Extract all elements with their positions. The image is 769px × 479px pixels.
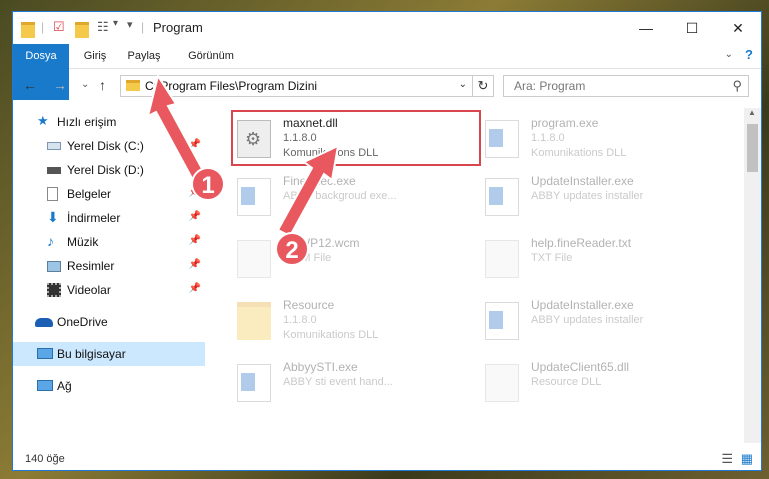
pin-icon[interactable]: 📌 xyxy=(189,235,201,246)
file-item[interactable]: UpdateInstaller.exe ABBY updates install… xyxy=(479,292,729,348)
scrollbar-thumb[interactable] xyxy=(747,124,758,172)
navigation-pane: ★ Hızlı erişim Yerel Disk (C:) 📌 Yerel D… xyxy=(13,108,205,443)
file-item[interactable]: FineExec.exe ABBY backgroud exe... xyxy=(231,168,481,224)
star-icon: ★ xyxy=(37,113,49,128)
file-icon xyxy=(237,240,271,278)
explorer-window: | ☑ ☷ ▾ ▾ | Program — ☐ ✕ Dosya Giriş Pa… xyxy=(12,11,762,471)
file-list: ⚙ maxnet.dll 1.1.8.0 Komunikations DLL p… xyxy=(221,108,741,443)
large-icons-view-icon[interactable]: ▦ xyxy=(741,451,753,467)
separator-icon: | xyxy=(41,20,45,34)
file-item[interactable]: FRWP12.wcm WCM File xyxy=(231,230,481,286)
properties-check-icon[interactable]: ☑ xyxy=(53,19,65,35)
file-item[interactable]: UpdateInstaller.exe ABBY updates install… xyxy=(479,168,729,224)
sidebar-item-onedrive[interactable]: OneDrive xyxy=(13,310,205,334)
status-bar: 140 öğe ☰ ▦ xyxy=(13,448,761,470)
up-arrow-icon[interactable]: ↑ xyxy=(99,77,106,93)
sidebar-item-pictures[interactable]: Resimler 📌 xyxy=(13,254,205,278)
folder-icon xyxy=(21,22,35,38)
sidebar-item-videos[interactable]: Videolar 📌 xyxy=(13,278,205,302)
step-badge-1: 1 xyxy=(191,167,225,201)
computer-icon xyxy=(37,348,53,359)
cloud-icon xyxy=(35,318,53,327)
folder-icon xyxy=(126,80,140,91)
minimize-button[interactable]: — xyxy=(623,12,669,44)
file-item[interactable]: UpdateClient65.dll Resource DLL xyxy=(479,354,729,410)
network-icon xyxy=(37,380,53,391)
file-item[interactable]: program.exe 1.1.8.0 Komunikations DLL xyxy=(479,110,729,166)
search-input[interactable]: Ara: Program ⚲ xyxy=(503,75,749,97)
maximize-button[interactable]: ☐ xyxy=(669,12,715,44)
forward-arrow-icon[interactable]: → xyxy=(53,77,67,93)
pin-icon[interactable]: 📌 xyxy=(189,211,201,222)
pin-icon[interactable]: 📌 xyxy=(189,259,201,270)
item-count: 140 öğe xyxy=(25,453,65,465)
scroll-up-icon[interactable]: ▲ xyxy=(748,108,756,117)
sidebar-item-disk-d[interactable]: Yerel Disk (D:) 📌 xyxy=(13,158,205,182)
application-icon xyxy=(237,178,271,216)
pictures-icon xyxy=(47,261,61,272)
file-item[interactable]: AbbyySTI.exe ABBY sti event hand... xyxy=(231,354,481,410)
sidebar-item-network[interactable]: Ağ xyxy=(13,374,205,398)
tab-home[interactable]: Giriş xyxy=(75,44,115,68)
customize-toolbar-icon[interactable]: ▾ xyxy=(127,18,133,34)
view-menu-icon[interactable]: ☷ xyxy=(97,19,109,35)
help-icon[interactable]: ? xyxy=(745,47,753,62)
search-placeholder: Ara: Program xyxy=(514,79,586,93)
window-title: Program xyxy=(153,20,203,35)
application-icon xyxy=(485,178,519,216)
chevron-down-icon[interactable]: ▾ xyxy=(113,18,118,34)
drive-icon xyxy=(47,142,61,150)
new-folder-icon[interactable] xyxy=(75,22,89,38)
text-file-icon xyxy=(485,240,519,278)
application-icon xyxy=(237,364,271,402)
document-icon xyxy=(47,187,58,201)
navigation-bar: ← → ⌄ ↑ C:\Program Files\Program Dizini … xyxy=(13,69,761,103)
sidebar-item-quick-access[interactable]: ★ Hızlı erişim xyxy=(13,110,205,134)
chevron-down-icon[interactable]: ⌄ xyxy=(459,79,467,90)
dll-gear-icon xyxy=(485,364,519,402)
close-button[interactable]: ✕ xyxy=(715,12,761,44)
pin-icon[interactable]: 📌 xyxy=(189,283,201,294)
address-path: C:\Program Files\Program Dizini xyxy=(145,79,318,93)
sidebar-item-this-pc[interactable]: Bu bilgisayar xyxy=(13,342,205,366)
download-icon: ⬇ xyxy=(47,209,59,225)
file-item[interactable]: Resource 1.1.8.0 Komunikations DLL xyxy=(231,292,481,348)
sidebar-item-downloads[interactable]: ⬇ İndirmeler 📌 xyxy=(13,206,205,230)
file-item-maxnet-dll[interactable]: ⚙ maxnet.dll 1.1.8.0 Komunikations DLL xyxy=(231,110,481,166)
tab-view[interactable]: Görünüm xyxy=(181,44,241,68)
recent-locations-icon[interactable]: ⌄ xyxy=(81,79,89,90)
file-item[interactable]: help.fineReader.txt TXT File xyxy=(479,230,729,286)
step-badge-2: 2 xyxy=(275,232,309,266)
vertical-scrollbar[interactable]: ▲ xyxy=(744,108,761,443)
chevron-down-icon[interactable]: ⌄ xyxy=(725,49,733,60)
back-arrow-icon[interactable]: ← xyxy=(23,77,37,93)
music-icon: ♪ xyxy=(47,233,54,249)
refresh-button[interactable]: ↻ xyxy=(472,76,493,96)
address-bar[interactable]: C:\Program Files\Program Dizini ⌄ ↻ xyxy=(120,75,494,97)
separator-icon: | xyxy=(141,20,145,34)
folder-icon xyxy=(237,302,271,340)
sidebar-item-disk-c[interactable]: Yerel Disk (C:) 📌 xyxy=(13,134,205,158)
title-bar: | ☑ ☷ ▾ ▾ | Program — ☐ ✕ xyxy=(13,12,761,44)
tab-share[interactable]: Paylaş xyxy=(121,44,167,68)
application-icon xyxy=(485,302,519,340)
pin-icon[interactable]: 📌 xyxy=(189,139,201,150)
search-icon[interactable]: ⚲ xyxy=(732,78,742,94)
film-icon xyxy=(47,283,61,297)
dll-gear-icon: ⚙ xyxy=(237,120,271,158)
sidebar-item-documents[interactable]: Belgeler 📌 xyxy=(13,182,205,206)
application-icon xyxy=(485,120,519,158)
sidebar-item-music[interactable]: ♪ Müzik 📌 xyxy=(13,230,205,254)
ribbon-tabs: Dosya Giriş Paylaş Görünüm ⌄ ? xyxy=(13,44,761,100)
drive-icon xyxy=(47,167,61,174)
details-view-icon[interactable]: ☰ xyxy=(721,451,733,467)
